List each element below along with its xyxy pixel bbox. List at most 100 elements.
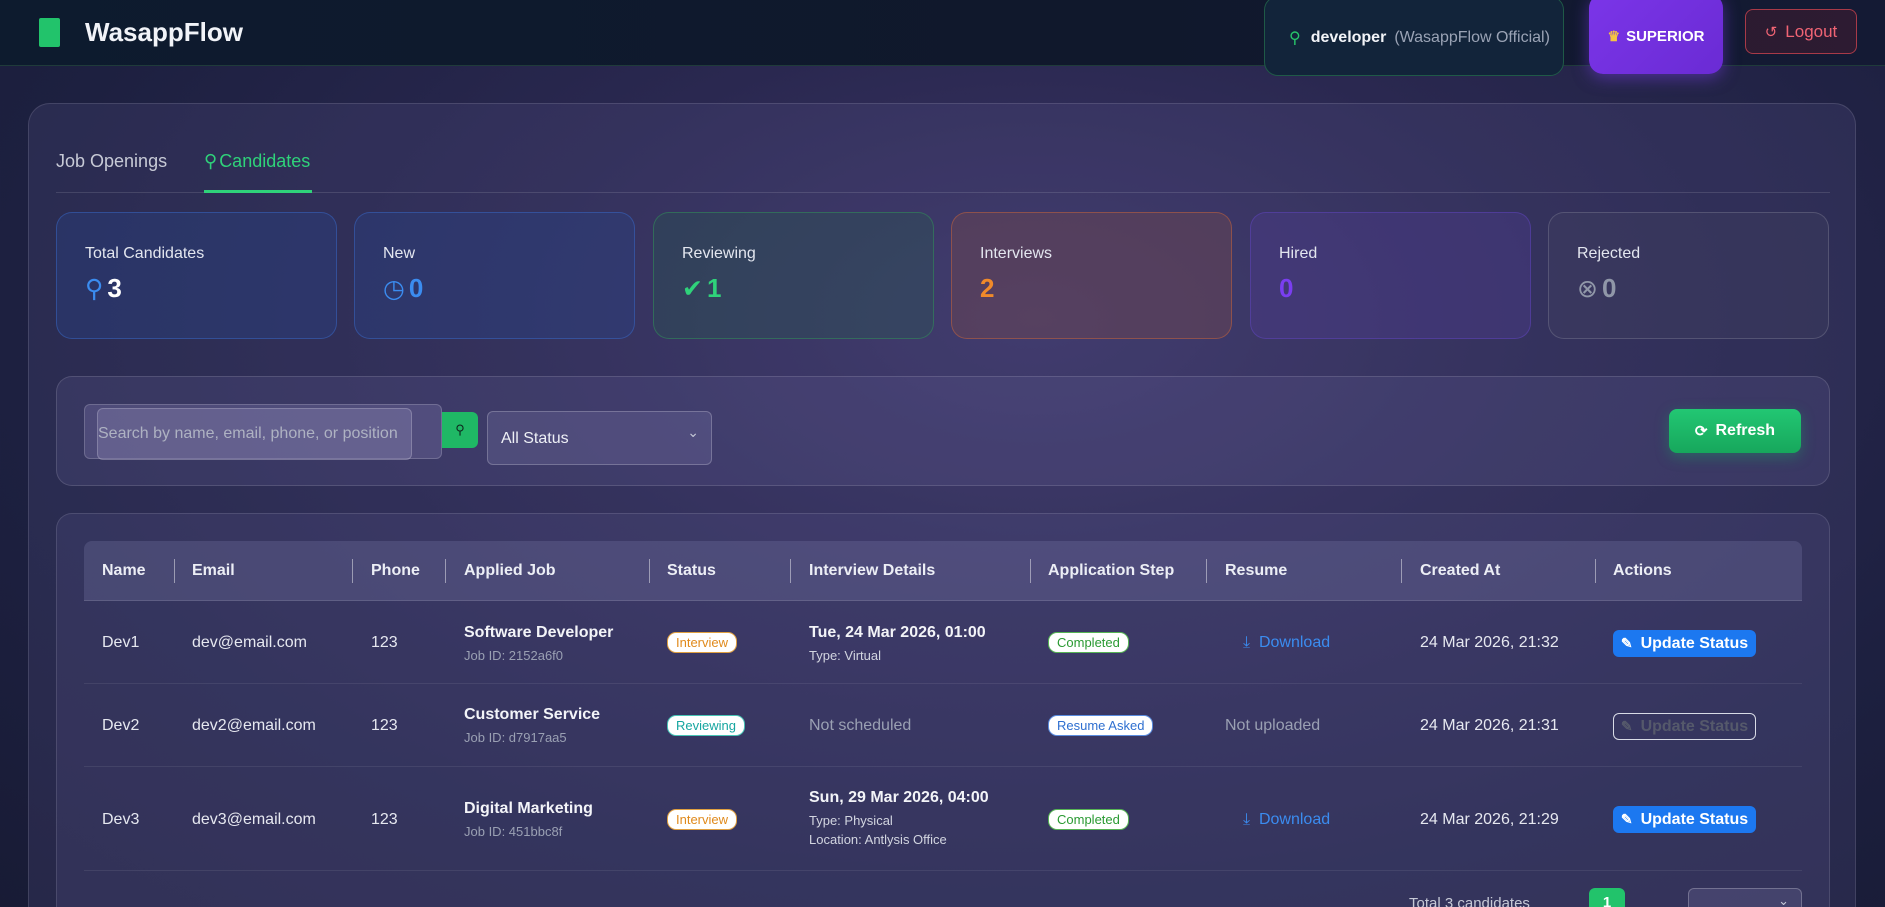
cell-interview-details: Tue, 24 Mar 2026, 01:00 Type: Virtual xyxy=(809,624,986,663)
status-filter-select[interactable]: All Status ⌄ xyxy=(487,411,712,465)
column-divider[interactable] xyxy=(1206,559,1207,583)
logout-label: Logout xyxy=(1785,21,1838,41)
users-icon: ⚲ xyxy=(204,151,218,171)
top-bar: WasappFlow ⚲ developer (WasappFlow Offic… xyxy=(0,0,1885,76)
stat-label: Total Candidates xyxy=(85,245,205,262)
update-status-button[interactable]: ✎ Update Status xyxy=(1613,630,1756,657)
stat-value: 0 xyxy=(1601,273,1617,303)
update-status-button[interactable]: ✎ Update Status xyxy=(1613,713,1756,740)
page-size-select[interactable]: ⌄ xyxy=(1688,888,1802,907)
column-divider[interactable] xyxy=(649,559,650,583)
stat-label: Interviews xyxy=(980,245,1053,262)
tab-label: Candidates xyxy=(219,151,311,171)
col-status[interactable]: Status xyxy=(667,541,716,601)
table-row: Dev3 dev3@email.com 123 Digital Marketin… xyxy=(84,767,1802,871)
cell-phone: 123 xyxy=(371,717,398,734)
cell-status: Interview xyxy=(667,809,738,830)
stat-label: Hired xyxy=(1279,245,1318,262)
logo-icon xyxy=(39,18,60,47)
col-phone[interactable]: Phone xyxy=(371,541,420,601)
cell-application-step: Completed xyxy=(1048,809,1129,830)
tab-job-openings[interactable]: Job Openings xyxy=(56,151,167,193)
interview-location: Location: Antlysis Office xyxy=(809,832,947,847)
user-org: (WasappFlow Official) xyxy=(1394,29,1550,46)
check-circle-icon: ✔ xyxy=(682,274,703,303)
step-badge: Completed xyxy=(1048,809,1129,830)
cell-status: Interview xyxy=(667,632,738,653)
stat-hired: Hired 0 xyxy=(1250,212,1531,339)
cell-name: Dev1 xyxy=(102,634,140,651)
status-badge: Reviewing xyxy=(667,715,745,736)
user-badge: ⚲ developer (WasappFlow Official) xyxy=(1264,0,1564,76)
search-button[interactable]: ⚲ xyxy=(442,412,478,448)
column-divider[interactable] xyxy=(352,559,353,583)
stat-rejected: Rejected ⊗ 0 xyxy=(1548,212,1829,339)
tab-candidates[interactable]: ⚲ Candidates xyxy=(204,151,313,193)
refresh-icon: ⟳ xyxy=(1694,423,1708,440)
col-resume[interactable]: Resume xyxy=(1225,541,1287,601)
stat-reviewing: Reviewing ✔ 1 xyxy=(653,212,934,339)
clock-icon: ◷ xyxy=(383,274,405,303)
refresh-label: Refresh xyxy=(1715,422,1776,439)
column-divider[interactable] xyxy=(1401,559,1402,583)
search-input[interactable] xyxy=(97,408,412,460)
resume-not-uploaded: Not uploaded xyxy=(1225,717,1321,734)
update-status-button[interactable]: ✎ Update Status xyxy=(1613,806,1756,833)
table-header: Name Email Phone Applied Job Status Inte… xyxy=(84,541,1802,601)
download-resume-link[interactable]: ⤓ Download xyxy=(1243,634,1330,652)
status-filter-value: All Status xyxy=(501,430,569,447)
cell-created-at: 24 Mar 2026, 21:31 xyxy=(1420,717,1559,734)
page-button[interactable]: 1 xyxy=(1589,888,1625,907)
interview-date: Tue, 24 Mar 2026, 01:00 xyxy=(809,624,986,641)
table-row: Dev2 dev2@email.com 123 Customer Service… xyxy=(84,684,1802,767)
interview-type: Type: Virtual xyxy=(809,648,882,663)
job-id: Job ID: d7917aa5 xyxy=(464,730,567,745)
total-candidates-label: Total 3 candidates xyxy=(1409,895,1530,907)
col-created-at[interactable]: Created At xyxy=(1420,541,1500,601)
cell-phone: 123 xyxy=(371,811,398,828)
column-divider[interactable] xyxy=(1030,559,1031,583)
brand-name: WasappFlow xyxy=(85,17,243,47)
col-applied-job[interactable]: Applied Job xyxy=(464,541,556,601)
cell-name: Dev3 xyxy=(102,811,140,828)
stat-total-candidates: Total Candidates ⚲ 3 xyxy=(56,212,337,339)
col-name[interactable]: Name xyxy=(102,541,146,601)
stat-value: 1 xyxy=(706,273,722,303)
search-icon: ⚲ xyxy=(455,422,465,437)
column-divider[interactable] xyxy=(790,559,791,583)
refresh-button[interactable]: ⟳ Refresh xyxy=(1669,409,1801,453)
crown-icon: ♛ xyxy=(1607,27,1621,44)
edit-icon: ✎ xyxy=(1620,718,1633,734)
user-name: developer xyxy=(1310,29,1387,46)
tab-label: Job Openings xyxy=(56,151,168,171)
col-actions[interactable]: Actions xyxy=(1613,541,1672,601)
cell-phone: 123 xyxy=(371,634,398,651)
col-interview-details[interactable]: Interview Details xyxy=(809,541,935,601)
cell-email: dev@email.com xyxy=(192,634,307,651)
job-title: Software Developer xyxy=(464,624,614,641)
column-divider[interactable] xyxy=(1595,559,1596,583)
cell-applied-job: Customer Service Job ID: d7917aa5 xyxy=(464,706,600,745)
stat-new: New ◷ 0 xyxy=(354,212,635,339)
col-email[interactable]: Email xyxy=(192,541,235,601)
download-label: Download xyxy=(1258,811,1331,828)
stat-value: 0 xyxy=(408,273,424,303)
download-resume-link[interactable]: ⤓ Download xyxy=(1243,811,1330,829)
cell-applied-job: Digital Marketing Job ID: 451bbc8f xyxy=(464,800,593,839)
stat-value: 2 xyxy=(980,273,995,303)
update-status-label: Update Status xyxy=(1640,810,1749,828)
logout-button[interactable]: ↺ Logout xyxy=(1745,9,1857,54)
tab-bar: Job Openings ⚲ Candidates xyxy=(56,151,1830,193)
interview-type: Type: Physical xyxy=(809,813,893,828)
user-icon: ⚲ xyxy=(85,274,104,303)
cell-applied-job: Software Developer Job ID: 2152a6f0 xyxy=(464,624,613,663)
step-badge: Resume Asked xyxy=(1048,715,1154,736)
cell-application-step: Completed xyxy=(1048,632,1129,653)
col-application-step[interactable]: Application Step xyxy=(1048,541,1174,601)
logout-icon: ↺ xyxy=(1764,23,1778,41)
column-divider[interactable] xyxy=(445,559,446,583)
column-divider[interactable] xyxy=(174,559,175,583)
stat-interviews: Interviews 2 xyxy=(951,212,1232,339)
plan-badge[interactable]: ♛ SUPERIOR xyxy=(1589,0,1723,74)
cell-application-step: Resume Asked xyxy=(1048,715,1154,736)
